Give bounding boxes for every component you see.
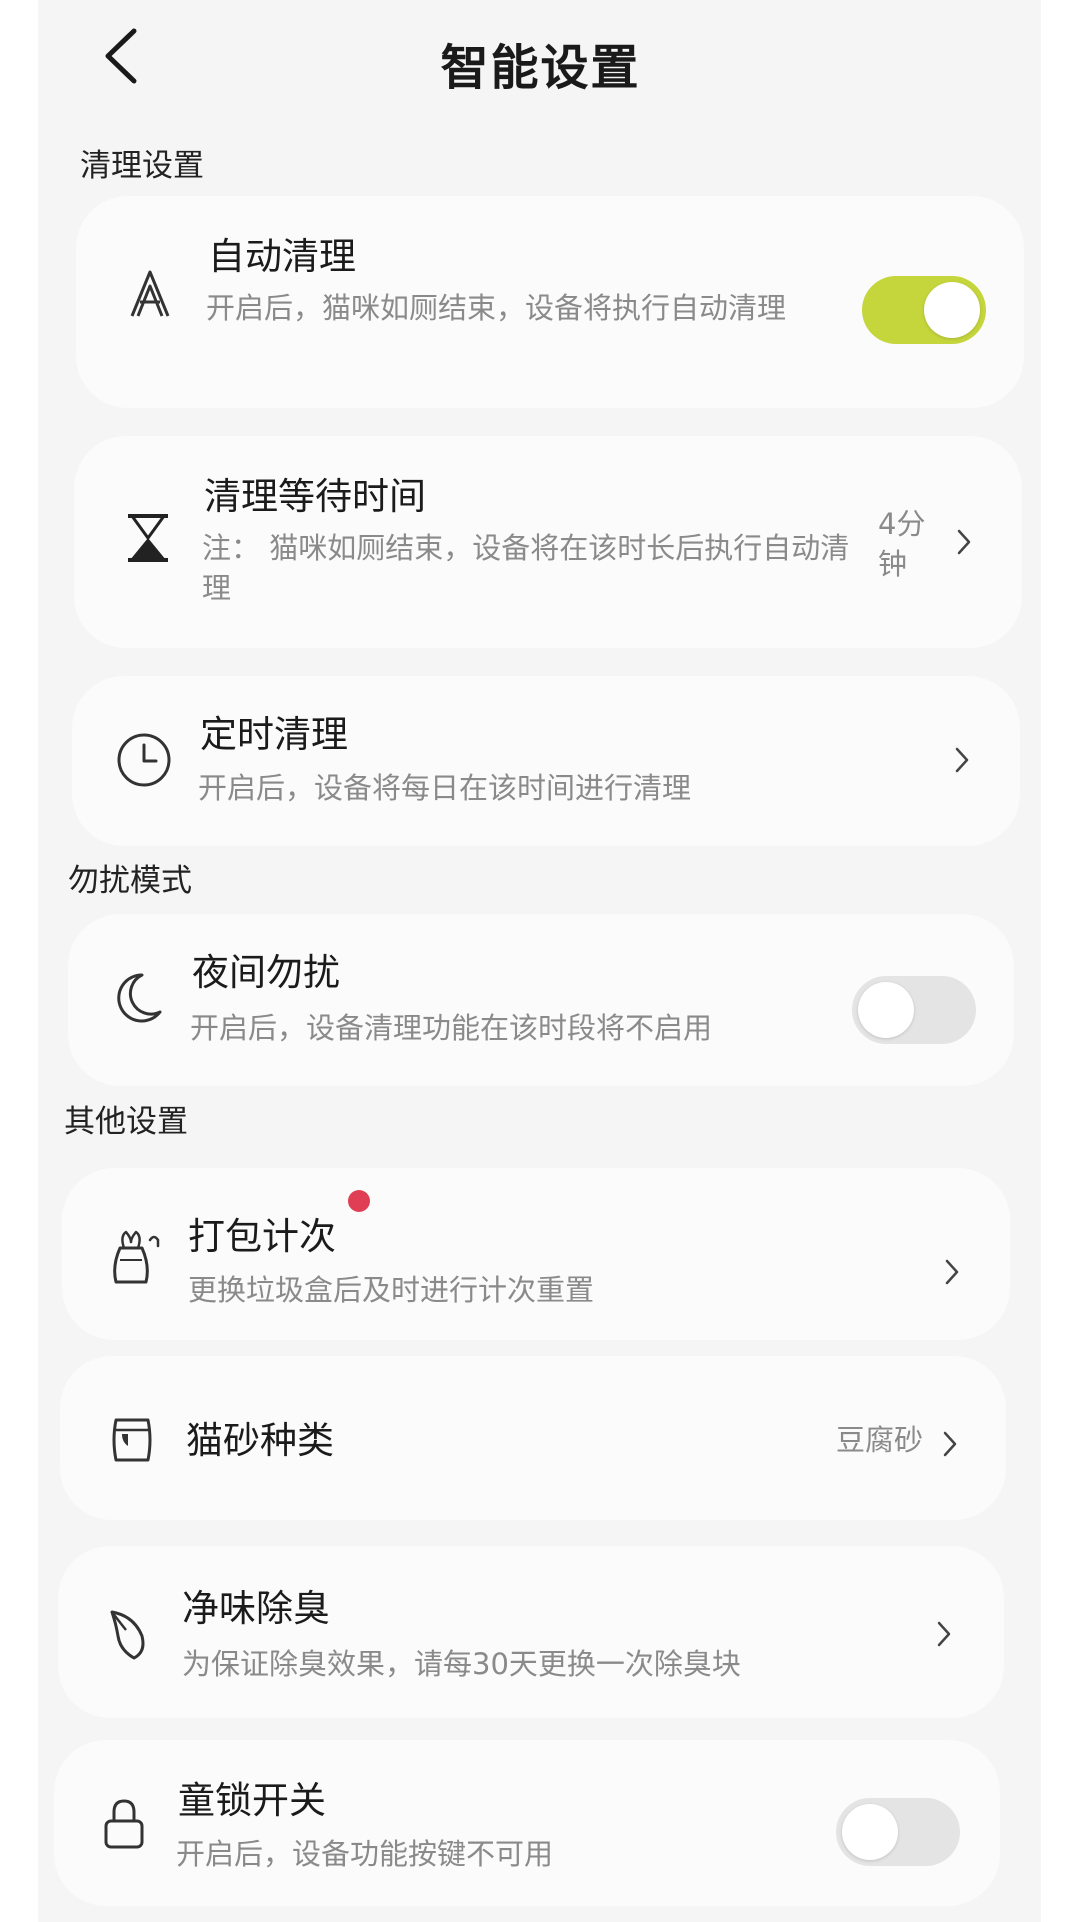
lock-icon (92, 1792, 156, 1856)
wait-time-label: 清理等待时间 (204, 475, 426, 518)
screen-edge-left (0, 0, 38, 1922)
bag-count-desc: 更换垃圾盒后及时进行计次重置 (188, 1273, 595, 1307)
auto-clean-toggle[interactable] (862, 276, 986, 344)
trash-bag-icon (102, 1224, 166, 1288)
litter-bag-icon (100, 1406, 164, 1470)
leaf-icon (96, 1602, 160, 1666)
chevron-right-icon (936, 1424, 964, 1464)
child-lock-toggle[interactable] (836, 1798, 960, 1866)
wait-time-card[interactable]: 清理等待时间 注： 猫咪如厕结束，设备将在该时长后执行自动清理 4分钟 (74, 436, 1022, 648)
chevron-right-icon (948, 740, 976, 780)
child-lock-card: 童锁开关 开启后，设备功能按键不可用 (54, 1740, 1000, 1906)
bag-count-card[interactable]: 打包计次 更换垃圾盒后及时进行计次重置 (62, 1168, 1010, 1340)
litter-type-label: 猫砂种类 (186, 1419, 334, 1462)
letter-a-icon (118, 262, 182, 326)
deodorize-desc: 为保证除臭效果，请每30天更换一次除臭块 (182, 1647, 741, 1681)
auto-clean-label: 自动清理 (208, 235, 356, 278)
scheduled-clean-card[interactable]: 定时清理 开启后，设备将每日在该时间进行清理 (72, 676, 1020, 846)
auto-clean-desc: 开启后，猫咪如厕结束，设备将执行自动清理 (206, 291, 787, 325)
bag-count-label: 打包计次 (188, 1215, 336, 1258)
page-title: 智能设置 (440, 40, 641, 96)
child-lock-desc: 开启后，设备功能按键不可用 (176, 1837, 554, 1871)
litter-type-card[interactable]: 猫砂种类 豆腐砂 (60, 1356, 1006, 1520)
moon-icon (106, 966, 170, 1030)
notification-dot (348, 1190, 370, 1212)
chevron-right-icon (950, 522, 978, 562)
toggle-knob (924, 282, 980, 338)
deodorize-label: 净味除臭 (182, 1587, 330, 1630)
deodorize-card[interactable]: 净味除臭 为保证除臭效果，请每30天更换一次除臭块 (58, 1546, 1004, 1718)
night-dnd-toggle[interactable] (852, 976, 976, 1044)
section-title-other: 其他设置 (64, 1104, 188, 1140)
scheduled-clean-desc: 开启后，设备将每日在该时间进行清理 (198, 771, 692, 805)
wait-time-value: 4分钟 (878, 507, 926, 581)
section-title-dnd: 勿扰模式 (68, 863, 192, 899)
screen-edge-right (1041, 0, 1081, 1922)
section-title-cleaning: 清理设置 (80, 148, 204, 184)
night-dnd-desc: 开启后，设备清理功能在该时段将不启用 (190, 1011, 713, 1045)
toggle-knob (858, 982, 914, 1038)
scheduled-clean-label: 定时清理 (200, 713, 348, 756)
night-dnd-label: 夜间勿扰 (192, 951, 340, 994)
litter-type-value: 豆腐砂 (836, 1423, 924, 1457)
night-dnd-card: 夜间勿扰 开启后，设备清理功能在该时段将不启用 (68, 914, 1014, 1086)
wait-time-desc: 注： 猫咪如厕结束，设备将在该时长后执行自动清理 (202, 531, 850, 605)
toggle-knob (842, 1804, 898, 1860)
clock-icon (112, 728, 176, 792)
auto-clean-card: 自动清理 开启后，猫咪如厕结束，设备将执行自动清理 (76, 196, 1024, 408)
child-lock-label: 童锁开关 (178, 1779, 326, 1822)
chevron-right-icon (930, 1614, 958, 1654)
chevron-right-icon (938, 1252, 966, 1292)
hourglass-icon (116, 506, 180, 570)
header: 智能设置 (0, 0, 1081, 120)
